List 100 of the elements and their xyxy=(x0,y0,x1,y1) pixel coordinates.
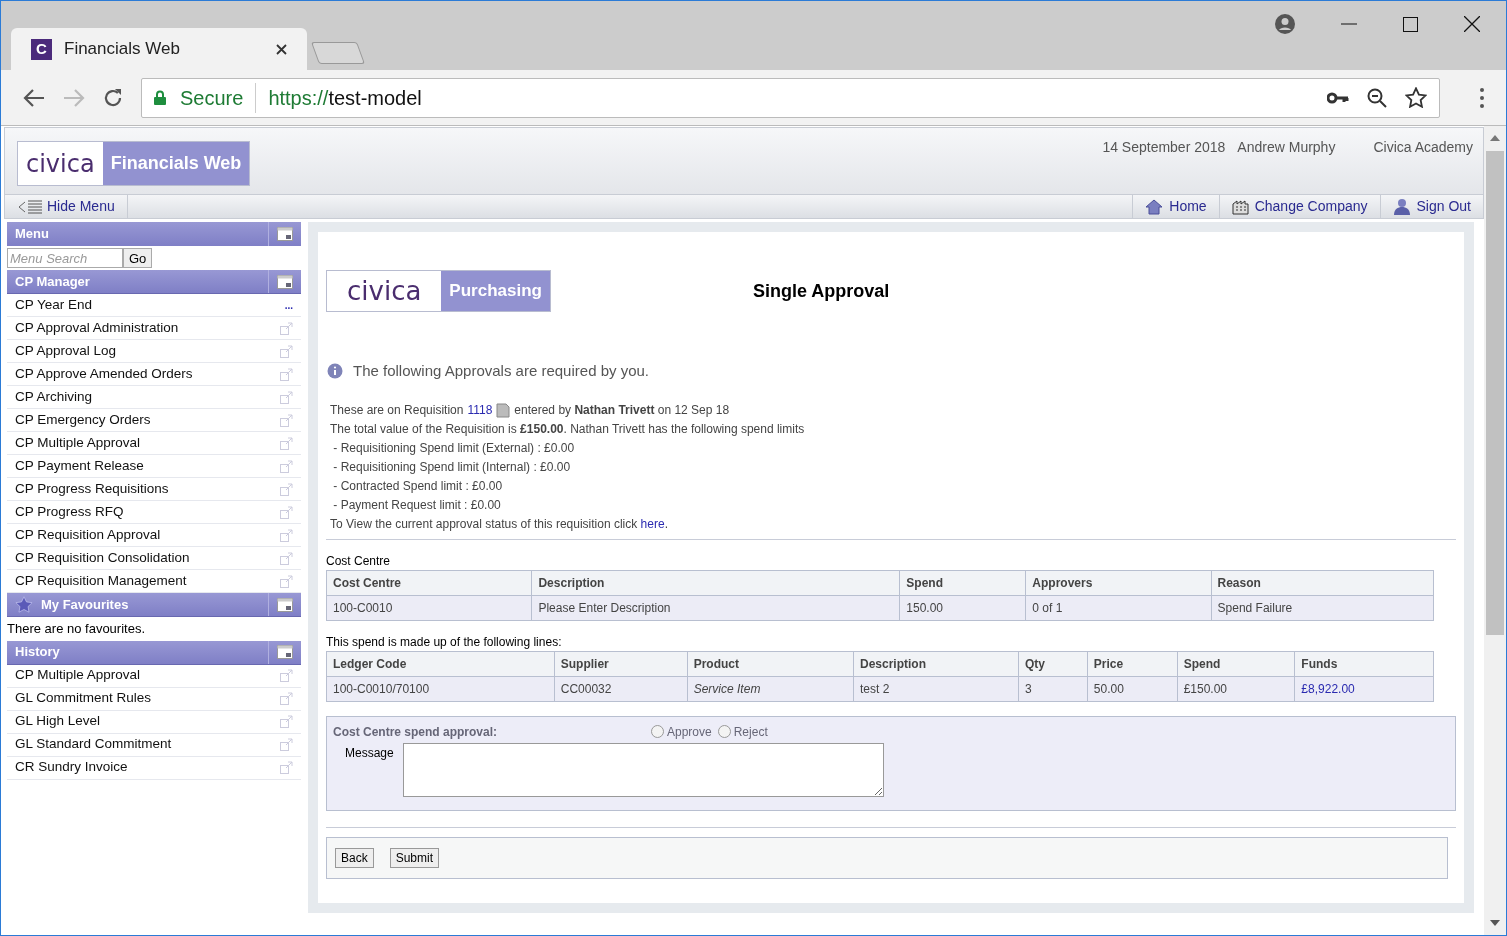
building-icon xyxy=(1231,198,1249,215)
info-icon xyxy=(327,363,343,380)
open-window-icon[interactable] xyxy=(280,367,293,381)
open-window-icon[interactable] xyxy=(280,738,293,751)
section-title: My Favourites xyxy=(41,595,129,614)
column-header: Spend xyxy=(1177,651,1295,676)
radio-button[interactable] xyxy=(651,725,664,738)
column-header: Funds xyxy=(1294,651,1434,676)
go-button[interactable]: Go xyxy=(123,248,153,268)
open-window-icon[interactable] xyxy=(280,482,293,496)
info-message: The following Approvals are required by you. xyxy=(353,361,649,381)
column-header: Ledger Code xyxy=(326,651,555,676)
back-arrow-icon[interactable] xyxy=(23,88,45,107)
open-window-icon[interactable] xyxy=(280,390,293,404)
key-icon[interactable] xyxy=(1327,91,1349,104)
forward-arrow-icon[interactable] xyxy=(63,88,85,107)
empty-message: There are no favourites. xyxy=(7,620,147,638)
open-window-icon[interactable] xyxy=(280,692,293,705)
page-title: Single Approval xyxy=(752,279,890,303)
open-window-icon[interactable] xyxy=(280,321,293,335)
section-title: CP Manager xyxy=(15,272,90,291)
table-cell: 100-C0010/70100 xyxy=(326,676,555,701)
panel-toggle-icon[interactable] xyxy=(277,227,293,241)
url-text: https://test-model xyxy=(268,85,423,111)
tab-favicon: C xyxy=(31,38,52,60)
limit-line: - Payment Request limit : £0.00 xyxy=(332,496,502,514)
message-label: Message xyxy=(344,744,395,762)
radio-option[interactable]: Approve xyxy=(651,722,712,741)
star-icon xyxy=(15,596,33,613)
limit-line: - Requisitioning Spend limit (Internal) : £0.00 xyxy=(332,458,572,476)
close-icon[interactable] xyxy=(1464,16,1480,32)
profile-icon[interactable] xyxy=(1275,14,1295,34)
nav-link[interactable]: Sign Out xyxy=(1379,195,1483,218)
requisition-text: entered by Nathan Trivett on 12 Sep 18 xyxy=(514,401,730,419)
column-header: Price xyxy=(1087,651,1178,676)
status-sentence: To View the current approval status of this requisition click here. xyxy=(330,515,669,533)
browser-tab[interactable]: C Financials Web xyxy=(11,28,307,70)
column-header: Description xyxy=(531,570,900,595)
close-icon[interactable] xyxy=(276,43,287,55)
open-window-icon[interactable] xyxy=(280,344,293,358)
company-name: Civica Academy xyxy=(1373,138,1473,157)
more-indicator[interactable]: ... xyxy=(284,297,293,313)
tab-title: Financials Web xyxy=(64,38,181,61)
reload-icon[interactable] xyxy=(103,87,123,108)
open-window-icon[interactable] xyxy=(280,528,293,542)
panel-toggle-icon[interactable] xyxy=(277,274,293,289)
zoom-out-icon[interactable] xyxy=(1367,87,1387,108)
open-window-icon[interactable] xyxy=(280,505,293,519)
open-window-icon[interactable] xyxy=(280,669,293,682)
column-header: Cost Centre xyxy=(326,570,532,595)
column-header: Reason xyxy=(1211,570,1434,595)
form-button[interactable]: Back xyxy=(335,847,374,868)
limit-line: - Requisitioning Spend limit (External) : £0.00 xyxy=(332,439,576,457)
panel-toggle-icon[interactable] xyxy=(277,645,293,659)
maximize-icon[interactable] xyxy=(1403,16,1418,32)
table-caption: Cost Centre xyxy=(326,552,392,570)
user-name: Andrew Murphy xyxy=(1237,138,1336,157)
table-cell: Service Item xyxy=(687,676,854,701)
table-cell[interactable]: £8,922.00 xyxy=(1294,676,1434,701)
open-window-icon[interactable] xyxy=(280,715,293,728)
open-window-icon[interactable] xyxy=(280,574,293,588)
table-cell: £150.00 xyxy=(1177,676,1295,701)
nav-link[interactable]: Change Company xyxy=(1218,195,1380,218)
section-title: History xyxy=(15,643,60,662)
product-name: Financials Web xyxy=(102,142,250,185)
star-icon[interactable] xyxy=(1405,87,1427,108)
open-window-icon[interactable] xyxy=(280,551,293,565)
product-name: Purchasing xyxy=(441,271,550,311)
menu-search-field[interactable]: Menu Search xyxy=(7,248,123,268)
radio-button[interactable] xyxy=(717,725,731,738)
minimize-icon[interactable] xyxy=(1341,23,1357,25)
open-window-icon[interactable] xyxy=(280,459,293,473)
radio-option[interactable]: Reject xyxy=(717,722,768,741)
here-link[interactable]: here xyxy=(640,516,665,531)
hide-menu-button[interactable]: Hide Menu xyxy=(5,195,128,218)
open-window-icon[interactable] xyxy=(280,413,293,427)
open-window-icon[interactable] xyxy=(280,436,293,450)
document-icon[interactable] xyxy=(496,402,511,418)
open-window-icon[interactable] xyxy=(280,761,293,774)
address-bar[interactable]: Secure https://test-model xyxy=(141,77,1440,118)
more-options-icon[interactable] xyxy=(1480,87,1484,108)
column-header: Approvers xyxy=(1025,570,1212,595)
panel-toggle-icon[interactable] xyxy=(277,597,293,612)
limit-line: The total value of the Requisition is £150.00. Nathan Trivett has the following spend limits xyxy=(330,420,806,438)
requisition-link[interactable]: 1118 xyxy=(467,400,493,420)
table-cell: Spend Failure xyxy=(1211,595,1434,620)
table-cell: 100-C0010 xyxy=(326,595,532,620)
secure-label: Secure xyxy=(180,82,257,113)
table-cell: 150.00 xyxy=(899,595,1026,620)
form-button[interactable]: Submit xyxy=(389,847,440,868)
table-cell: Please Enter Description xyxy=(531,595,900,620)
new-tab-button[interactable] xyxy=(311,42,365,64)
scroll-up-icon[interactable] xyxy=(1490,135,1500,141)
column-header: Supplier xyxy=(554,651,688,676)
column-header: Product xyxy=(687,651,854,676)
column-header: Description xyxy=(853,651,1019,676)
message-field[interactable] xyxy=(403,742,884,797)
nav-link[interactable]: Home xyxy=(1132,195,1219,218)
scroll-down-icon[interactable] xyxy=(1490,920,1500,926)
scrollbar[interactable] xyxy=(1484,126,1506,935)
